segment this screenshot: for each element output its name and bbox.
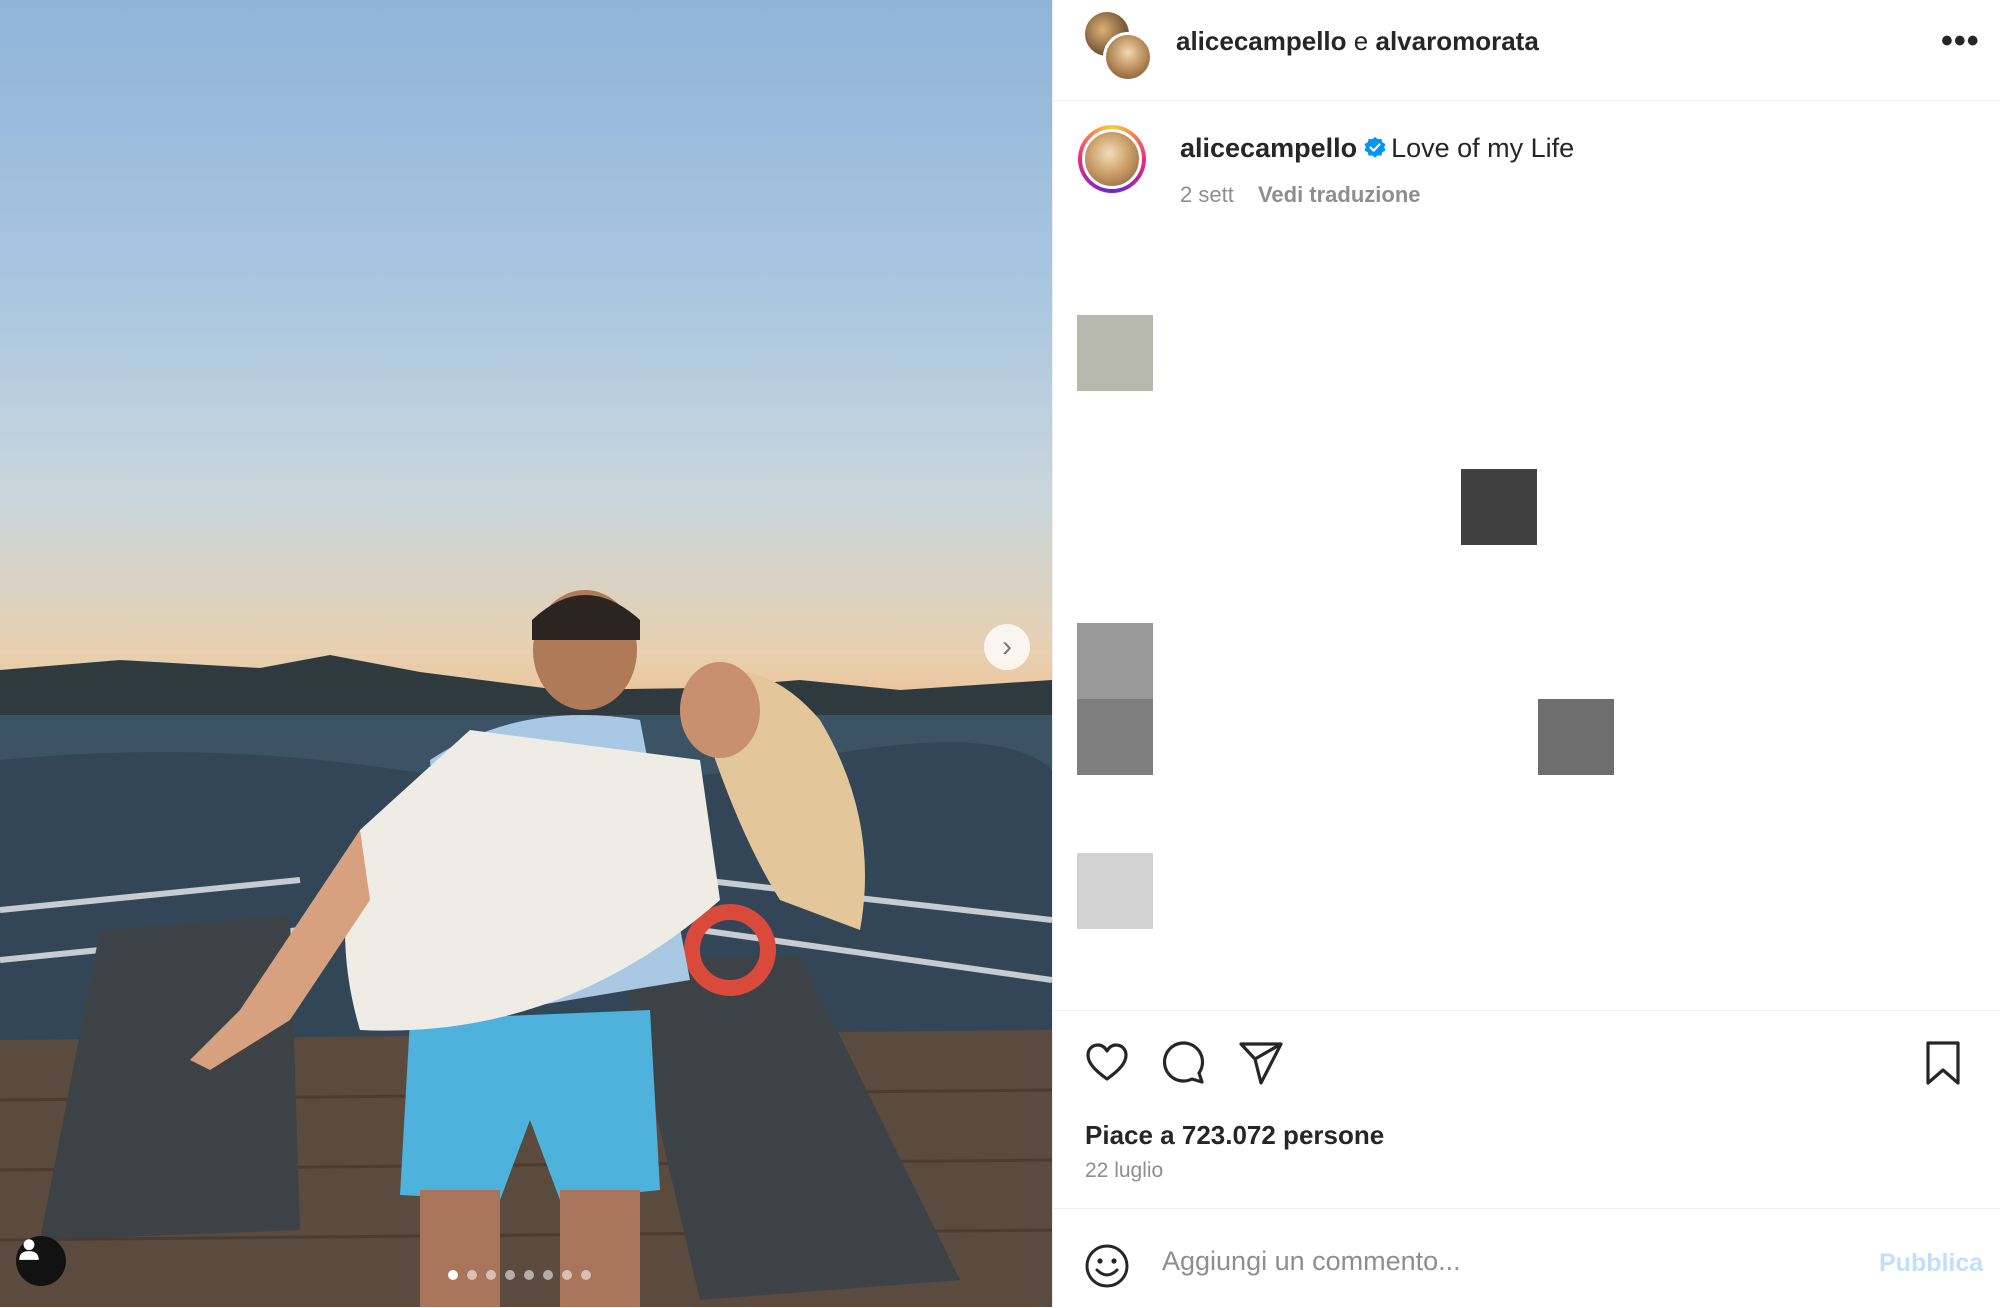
comment-bubble-icon[interactable] bbox=[1159, 1039, 1207, 1087]
likes-count[interactable]: Piace a 723.072 persone bbox=[1085, 1120, 1384, 1151]
post-authors: alicecampello e alvaromorata bbox=[1176, 26, 1539, 57]
add-comment-bar: Pubblica bbox=[1053, 1208, 2000, 1308]
carousel-dot bbox=[467, 1270, 477, 1280]
redacted-block bbox=[1077, 315, 1153, 391]
user-icon bbox=[19, 1239, 39, 1260]
avatar[interactable] bbox=[1078, 125, 1146, 193]
save-bookmark-icon[interactable] bbox=[1919, 1039, 1967, 1087]
carousel-dot bbox=[543, 1270, 553, 1280]
caption-username[interactable]: alicecampello bbox=[1180, 133, 1357, 163]
avatar bbox=[1103, 32, 1153, 82]
chevron-right-icon: › bbox=[1002, 630, 1012, 663]
carousel-dot bbox=[524, 1270, 534, 1280]
caption-text: Love of my Life bbox=[1391, 133, 1575, 163]
emoji-smile-icon[interactable] bbox=[1083, 1242, 1131, 1290]
author-joiner: e bbox=[1353, 26, 1369, 56]
carousel-dot bbox=[486, 1270, 496, 1280]
post-photo: › bbox=[0, 0, 1052, 1307]
post-date: 22 luglio bbox=[1085, 1159, 1164, 1182]
verified-badge-icon bbox=[1364, 137, 1386, 158]
comments-section: alicecampello Love of my Life 2 sett Vedi… bbox=[1053, 100, 2000, 1010]
carousel-dot bbox=[562, 1270, 572, 1280]
post-side-panel: alicecampello e alvaromorata ••• aliceca… bbox=[1052, 0, 2000, 1307]
carousel-dot bbox=[505, 1270, 515, 1280]
more-options-icon[interactable]: ••• bbox=[1941, 22, 1980, 61]
redacted-block bbox=[1538, 699, 1614, 775]
post-header: alicecampello e alvaromorata ••• bbox=[1053, 0, 2000, 101]
redacted-block bbox=[1077, 623, 1153, 699]
caption-time: 2 sett bbox=[1180, 182, 1234, 207]
carousel-indicator bbox=[448, 1270, 591, 1280]
comment-input[interactable] bbox=[1160, 1237, 1784, 1285]
photo-scene bbox=[0, 590, 1052, 1307]
author-link[interactable]: alvaromorata bbox=[1375, 26, 1538, 56]
see-translation-link[interactable]: Vedi traduzione bbox=[1258, 182, 1421, 207]
caption-meta: 2 sett Vedi traduzione bbox=[1180, 182, 1421, 208]
next-slide-button[interactable]: › bbox=[984, 624, 1030, 670]
redacted-block bbox=[1077, 853, 1153, 929]
author-link[interactable]: alicecampello bbox=[1176, 26, 1347, 56]
redacted-block bbox=[1077, 699, 1153, 775]
carousel-dot bbox=[581, 1270, 591, 1280]
caption: alicecampello Love of my Life bbox=[1180, 133, 1574, 164]
carousel-dot bbox=[448, 1270, 458, 1280]
share-paper-plane-icon[interactable] bbox=[1237, 1039, 1285, 1087]
post-actions: Piace a 723.072 persone 22 luglio bbox=[1053, 1010, 2000, 1211]
publish-comment-button[interactable]: Pubblica bbox=[1879, 1249, 1983, 1278]
redacted-block bbox=[1461, 469, 1537, 545]
like-heart-icon[interactable] bbox=[1083, 1039, 1131, 1087]
tagged-users-button[interactable] bbox=[16, 1236, 66, 1286]
collab-avatars[interactable] bbox=[1083, 10, 1153, 82]
